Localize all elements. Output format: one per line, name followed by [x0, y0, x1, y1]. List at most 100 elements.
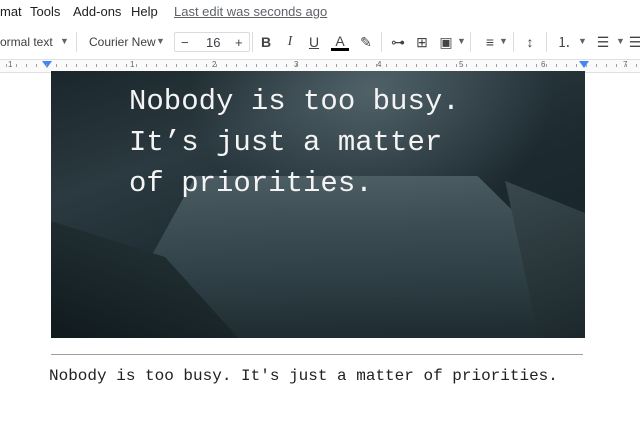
ruler-tick	[426, 64, 427, 67]
ruler-tick	[216, 64, 217, 67]
ruler-tick	[106, 64, 107, 67]
ruler-tick	[56, 64, 57, 67]
chevron-down-icon[interactable]: ▼	[60, 36, 69, 46]
ruler-tick	[456, 64, 457, 67]
decrease-font-size-button[interactable]: −	[181, 35, 189, 50]
chevron-down-icon[interactable]: ▼	[457, 36, 466, 46]
ruler-tick	[156, 64, 157, 67]
bulleted-list-icon[interactable]: ☰	[594, 33, 612, 51]
chevron-down-icon[interactable]: ▼	[156, 36, 165, 46]
bold-icon[interactable]: B	[257, 33, 275, 51]
ruler-number: 5	[459, 60, 464, 69]
line-spacing-icon[interactable]: ↕	[521, 33, 539, 51]
ruler-tick	[246, 64, 247, 67]
ruler-tick	[326, 64, 327, 67]
menu-tools[interactable]: Tools	[30, 4, 60, 19]
ruler-tick	[566, 64, 567, 67]
ruler-tick	[576, 64, 577, 67]
ruler-tick	[256, 64, 257, 67]
ruler-tick	[586, 64, 587, 67]
numbered-list-icon[interactable]: ⒈	[555, 33, 573, 51]
font-family-select[interactable]: Courier New	[89, 35, 156, 49]
ruler-tick	[196, 64, 197, 67]
ruler-tick	[506, 64, 507, 67]
ruler-tick	[606, 64, 607, 67]
ruler-tick	[86, 64, 87, 67]
ruler-tick	[436, 64, 437, 67]
ruler-tick	[526, 64, 527, 67]
ruler-tick	[236, 64, 237, 67]
menu-add-ons[interactable]: Add-ons	[73, 4, 121, 19]
ruler-tick	[226, 64, 227, 67]
ruler-tick	[636, 64, 637, 67]
left-indent-marker[interactable]	[42, 61, 52, 68]
horizontal-rule	[51, 354, 583, 355]
ruler-tick	[466, 64, 467, 67]
text-color-icon[interactable]: A	[331, 33, 349, 51]
last-edit-link[interactable]: Last edit was seconds ago	[174, 4, 327, 19]
ruler-tick	[346, 64, 347, 67]
ruler-tick	[546, 64, 547, 67]
ruler-tick	[416, 64, 417, 67]
ruler-tick	[276, 64, 277, 67]
divider	[546, 32, 547, 52]
ruler-tick	[376, 64, 377, 67]
chevron-down-icon[interactable]: ▼	[616, 36, 625, 46]
divider	[381, 32, 382, 52]
align-left-icon[interactable]: ≡	[481, 33, 499, 51]
ruler-tick	[386, 64, 387, 67]
ruler-tick	[596, 64, 597, 67]
divider	[252, 32, 253, 52]
insert-image-icon[interactable]: ▣	[437, 33, 455, 51]
highlight-icon[interactable]: ✎	[357, 33, 375, 51]
ruler-number: 1	[8, 60, 13, 69]
ruler-tick	[626, 64, 627, 67]
ruler-tick	[76, 64, 77, 67]
ruler-tick	[616, 64, 617, 67]
ruler-tick	[206, 64, 207, 67]
chevron-down-icon[interactable]: ▼	[499, 36, 508, 46]
ruler-tick	[496, 64, 497, 67]
ruler-number: 6	[541, 60, 546, 69]
ruler-tick	[516, 64, 517, 67]
ruler-tick	[336, 64, 337, 67]
ruler-tick	[176, 64, 177, 67]
ruler-tick	[556, 64, 557, 67]
menu-help[interactable]: Help	[131, 4, 158, 19]
ruler-tick	[186, 64, 187, 67]
ruler-tick	[396, 64, 397, 67]
ruler-number: 4	[377, 60, 382, 69]
ruler-tick	[116, 64, 117, 67]
link-icon[interactable]: ⊶	[389, 33, 407, 51]
ruler-tick	[36, 64, 37, 67]
underline-icon[interactable]: U	[305, 33, 323, 51]
divider	[470, 32, 471, 52]
menu-format[interactable]: mat	[0, 4, 22, 19]
quote-image[interactable]: Nobody is too busy. It’s just a matter o…	[51, 71, 585, 338]
ruler-tick	[446, 64, 447, 67]
increase-font-size-button[interactable]: +	[235, 35, 243, 50]
chevron-down-icon[interactable]: ▼	[578, 36, 587, 46]
ruler-tick	[16, 64, 17, 67]
font-size-input[interactable]: 16	[206, 35, 220, 50]
divider	[513, 32, 514, 52]
checklist-icon[interactable]: ☰	[626, 33, 640, 51]
ruler-tick	[296, 64, 297, 67]
right-indent-marker[interactable]	[579, 61, 589, 68]
ruler-tick	[136, 64, 137, 67]
ruler-tick	[286, 64, 287, 67]
menu-bar: mat Tools Add-ons Help Last edit was sec…	[0, 0, 640, 24]
italic-icon[interactable]: I	[281, 33, 299, 51]
ruler-tick	[306, 64, 307, 67]
comment-icon[interactable]: ⊞	[413, 33, 431, 51]
ruler-tick	[146, 64, 147, 67]
paragraph-style-select[interactable]: ormal text	[0, 35, 53, 49]
ruler-tick	[536, 64, 537, 67]
ruler-tick	[356, 64, 357, 67]
ruler-tick	[406, 64, 407, 67]
ruler-tick	[366, 64, 367, 67]
toolbar: ormal text ▼ Courier New ▼ − 16 + B I U …	[0, 28, 640, 56]
ruler-tick	[96, 64, 97, 67]
document-paragraph[interactable]: Nobody is too busy. It's just a matter o…	[49, 364, 569, 389]
ruler-tick	[66, 64, 67, 67]
